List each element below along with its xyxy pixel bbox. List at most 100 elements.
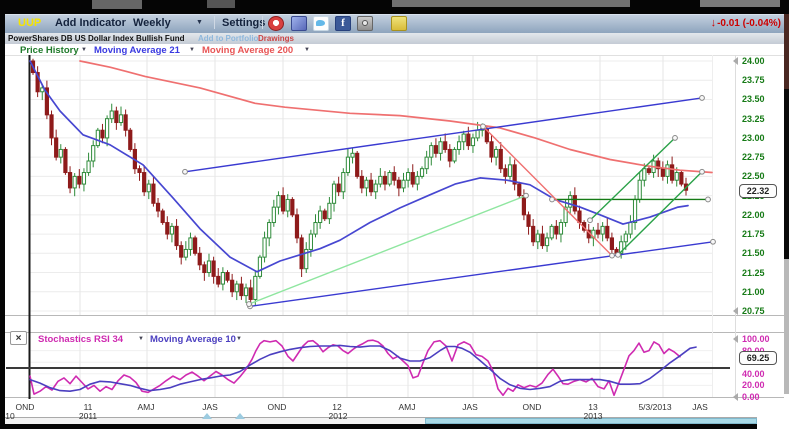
add-to-portfolio-button[interactable]: Add to Portfolio xyxy=(198,34,258,43)
axis-arrow-icon[interactable] xyxy=(733,307,738,315)
add-indicator-button[interactable]: Add Indicator xyxy=(55,17,126,29)
candle-body xyxy=(550,226,553,238)
candle-body xyxy=(235,284,238,292)
candle-body xyxy=(629,223,632,235)
ma200-line xyxy=(80,61,712,173)
chart-cube-icon[interactable] xyxy=(291,16,307,31)
axis-arrow-icon[interactable] xyxy=(733,57,738,65)
candle-body xyxy=(59,149,62,157)
candle-body xyxy=(156,203,159,211)
trendline-handle-steep-green-upper[interactable] xyxy=(673,136,678,141)
trendline-handle-channel-top[interactable] xyxy=(183,169,188,174)
candle-body xyxy=(360,176,363,188)
trendline-handle-steep-green-lower[interactable] xyxy=(700,169,705,174)
candle-body xyxy=(490,142,493,157)
candle-body xyxy=(601,226,604,234)
trendline-handle-steep-green-upper[interactable] xyxy=(588,218,593,223)
ma200-caret-icon[interactable]: ▼ xyxy=(304,47,310,53)
indicator-stoch-label[interactable]: Stochastics RSI 34 xyxy=(38,334,123,345)
candle-body xyxy=(68,173,71,188)
ma21-caret-icon[interactable]: ▼ xyxy=(189,47,195,53)
axis-arrow-icon[interactable] xyxy=(733,335,738,343)
trendline-handle-downtrend-red[interactable] xyxy=(481,124,486,129)
trendline-handle-uptrend-light-green[interactable] xyxy=(247,302,252,307)
candle-body xyxy=(643,169,646,181)
candle-body xyxy=(522,196,525,215)
trendline-handle-channel-top[interactable] xyxy=(700,96,705,101)
trendline-handle-steep-green-lower[interactable] xyxy=(616,252,621,257)
candle-body xyxy=(281,196,284,211)
sticky-note-icon[interactable] xyxy=(391,16,407,31)
period-caret-icon[interactable]: ▼ xyxy=(196,19,203,26)
candle-body xyxy=(110,111,113,119)
candle-body xyxy=(610,238,613,250)
candle-body xyxy=(383,176,386,184)
price-history-caret-icon[interactable]: ▼ xyxy=(81,47,87,53)
trendline-handle-uptrend-light-green[interactable] xyxy=(524,193,529,198)
legend-price-history[interactable]: Price History xyxy=(20,45,79,56)
candle-body xyxy=(295,215,298,238)
candle-body xyxy=(393,173,396,181)
candle-body xyxy=(147,184,150,192)
candle-body xyxy=(101,130,104,138)
candle-body xyxy=(138,169,141,173)
candle-body xyxy=(184,249,187,257)
candle-body xyxy=(675,173,678,181)
legend-ma21[interactable]: Moving Average 21 xyxy=(94,45,180,56)
candle-body xyxy=(606,226,609,238)
trendline-handle-horizontal-green[interactable] xyxy=(706,197,711,202)
candle-body xyxy=(596,230,599,234)
candle-body xyxy=(92,146,95,161)
candle-body xyxy=(55,138,58,157)
candle-body xyxy=(532,226,535,241)
candle-body xyxy=(541,234,544,246)
screen: UUP Add Indicator Weekly ▼ Settings f ↓-… xyxy=(0,0,789,429)
candle-body xyxy=(420,169,423,177)
trendline-handle-downtrend-red[interactable] xyxy=(610,253,615,258)
candle-body xyxy=(161,211,164,223)
trendline-channel-top xyxy=(185,98,702,172)
candle-body xyxy=(286,199,289,211)
candle-body xyxy=(457,142,460,150)
candle-body xyxy=(559,223,562,235)
candle-body xyxy=(212,261,215,276)
price-change: ↓-0.01 (-0.04%) xyxy=(711,17,781,29)
period-button[interactable]: Weekly xyxy=(133,17,171,29)
candle-body xyxy=(671,165,674,180)
settings-button[interactable]: Settings xyxy=(222,17,265,29)
stoch-caret-icon[interactable]: ▼ xyxy=(138,336,144,342)
trendline-steep-green-lower xyxy=(618,172,702,255)
candle-body xyxy=(119,115,122,123)
legend-ma200[interactable]: Moving Average 200 xyxy=(202,45,293,56)
camera-icon[interactable] xyxy=(357,16,373,31)
candle-body xyxy=(471,138,474,146)
fund-name: PowerShares DB US Dollar Index Bullish F… xyxy=(8,34,184,43)
candle-body xyxy=(309,234,312,249)
alarm-clock-icon[interactable] xyxy=(268,16,284,31)
indicator-ma10-label[interactable]: Moving Average 10 xyxy=(150,334,236,345)
symbol-label[interactable]: UUP xyxy=(18,17,41,29)
window-frame-right xyxy=(784,89,789,259)
ma10-caret-icon[interactable]: ▼ xyxy=(236,336,242,342)
candle-body xyxy=(462,134,465,142)
candle-body xyxy=(193,238,196,253)
candle-body xyxy=(578,211,581,223)
trendline-handle-channel-bottom[interactable] xyxy=(711,239,716,244)
facebook-icon[interactable]: f xyxy=(335,16,351,31)
chart-canvas[interactable] xyxy=(0,0,789,429)
candle-body xyxy=(504,169,507,177)
drawings-button[interactable]: Drawings xyxy=(258,34,294,43)
candle-body xyxy=(258,257,261,276)
twitter-icon[interactable] xyxy=(313,16,329,31)
candle-body xyxy=(434,146,437,154)
candle-body xyxy=(129,130,132,149)
candle-body xyxy=(78,176,81,184)
candle-body xyxy=(342,173,345,192)
window-frame-bottom xyxy=(0,424,757,429)
indicator-close-button[interactable]: × xyxy=(10,331,27,345)
plot-left-border xyxy=(29,55,31,399)
candle-body xyxy=(87,161,90,173)
axis-arrow-icon[interactable] xyxy=(733,393,738,401)
trendline-channel-bottom xyxy=(250,242,713,307)
candle-body xyxy=(647,169,650,173)
